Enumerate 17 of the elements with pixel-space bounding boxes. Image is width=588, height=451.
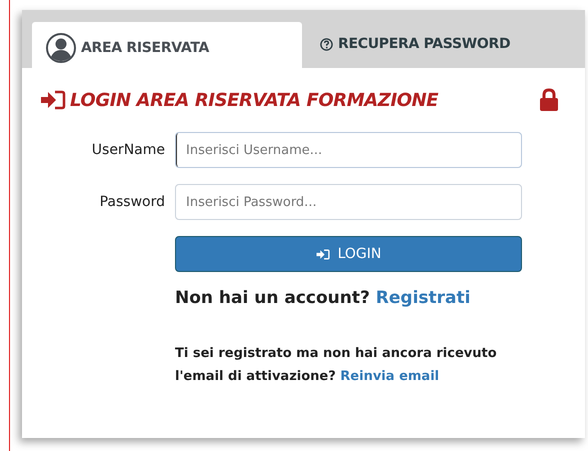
login-heading: LOGIN AREA RISERVATA FORMAZIONE xyxy=(70,90,440,110)
sign-in-icon xyxy=(40,90,66,110)
signup-prompt: Non hai un account? Registrati xyxy=(175,288,470,308)
resend-prompt: Ti sei registrato ma non hai ancora ricevuto l'email di attivazione? Reinvia email xyxy=(175,345,498,386)
user-icon xyxy=(46,33,76,63)
register-link[interactable]: Registrati xyxy=(376,288,470,308)
lock-icon xyxy=(539,88,559,112)
login-button[interactable]: LOGIN xyxy=(175,236,522,272)
field-label: UserName xyxy=(90,142,165,158)
tab[interactable]: AREA RISERVATA xyxy=(32,22,302,68)
resend-email-link[interactable]: Reinvia email xyxy=(340,369,440,384)
input-field[interactable]: Inserisci Password... xyxy=(175,184,522,220)
field-label: Password xyxy=(98,194,165,210)
sign-in-icon xyxy=(316,248,330,260)
help-icon xyxy=(320,38,333,51)
tab[interactable]: RECUPERA PASSWORD xyxy=(302,22,528,68)
input-field[interactable]: Inserisci Username... xyxy=(175,132,522,168)
